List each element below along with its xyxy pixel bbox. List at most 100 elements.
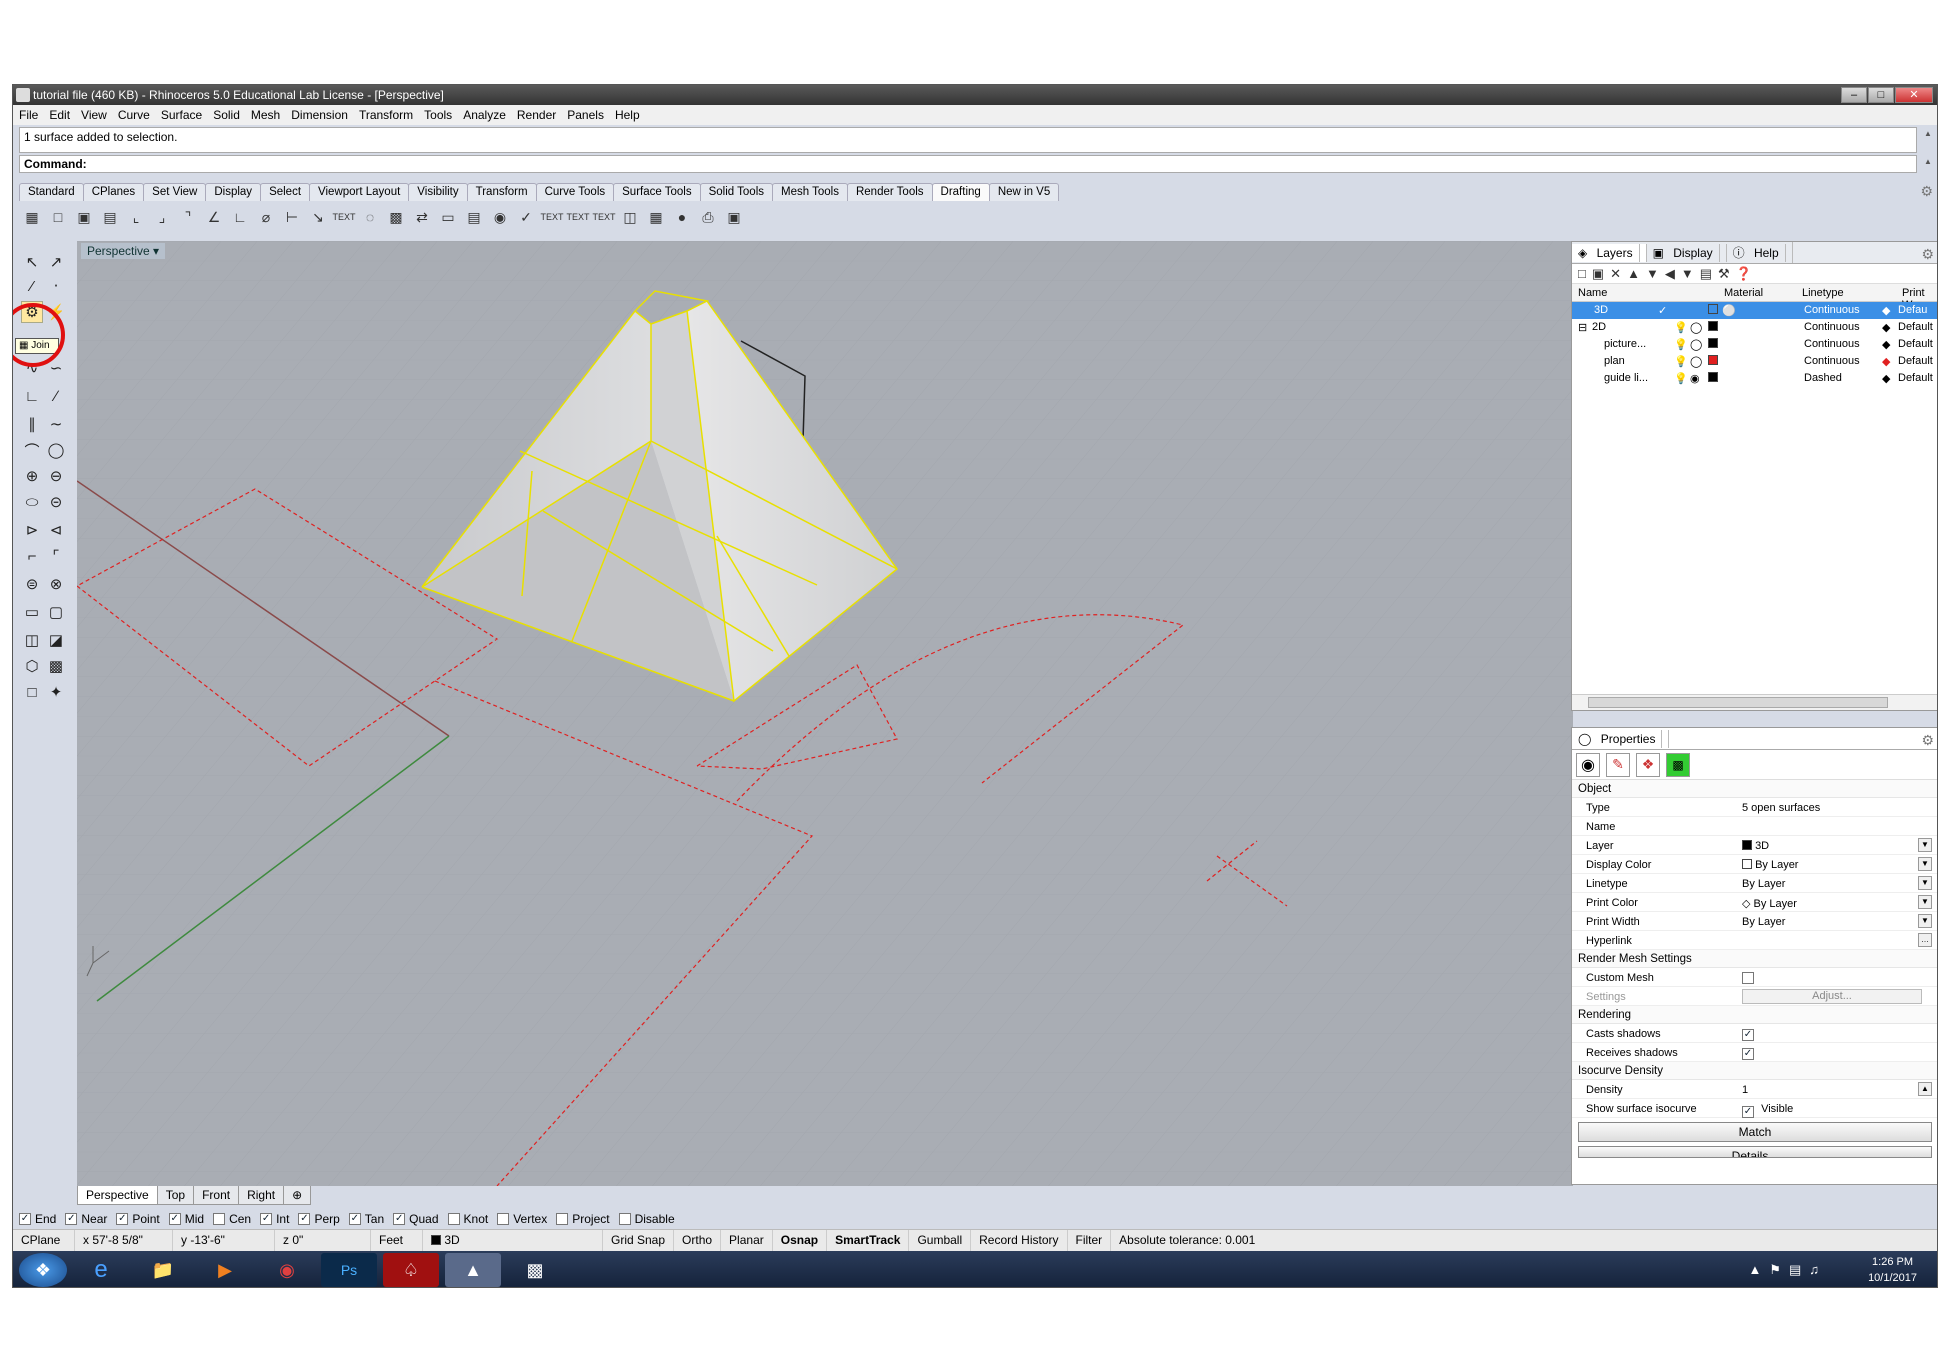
osnap-checkbox[interactable] bbox=[213, 1213, 226, 1225]
osnap-near[interactable]: ✓ Near bbox=[65, 1212, 107, 1226]
menu-transform[interactable]: Transform bbox=[359, 108, 413, 122]
command-line[interactable]: Command: bbox=[19, 155, 1917, 173]
toolbar-gear-icon[interactable]: ⚙ bbox=[1920, 183, 1933, 200]
add-viewport-icon[interactable]: ⊕ bbox=[283, 1186, 312, 1205]
osnap-end[interactable]: ✓ End bbox=[19, 1212, 56, 1226]
viewport-tab-top[interactable]: Top bbox=[156, 1186, 195, 1205]
text-explode-icon[interactable]: TEXT bbox=[593, 206, 616, 228]
radius-dimension-icon[interactable]: ∟ bbox=[229, 206, 251, 228]
spinner-icon[interactable]: ▲ bbox=[1918, 1082, 1932, 1096]
tab-visibility[interactable]: Visibility bbox=[408, 183, 468, 201]
bulb-icon[interactable]: 💡 bbox=[1674, 338, 1688, 351]
lock-icon[interactable]: ◉ bbox=[1690, 372, 1700, 385]
text-icon[interactable]: TEXT bbox=[333, 206, 356, 228]
viewport-tab-right[interactable]: Right bbox=[238, 1186, 285, 1205]
dropdown-arrow-icon[interactable]: ▼ bbox=[1918, 876, 1932, 890]
tab-mesh-tools[interactable]: Mesh Tools bbox=[772, 183, 848, 201]
dropdown-arrow-icon[interactable]: ▼ bbox=[1918, 838, 1932, 852]
circle-diameter-icon[interactable]: ⊖ bbox=[45, 465, 67, 487]
new-sublayer-icon[interactable]: ▣ bbox=[1592, 266, 1604, 282]
prop-custom-mesh[interactable]: Custom Mesh bbox=[1572, 968, 1937, 987]
osnap-tan[interactable]: ✓ Tan bbox=[348, 1212, 384, 1226]
osnap-point[interactable]: ✓ Point bbox=[116, 1212, 160, 1226]
tab-new-in-v5[interactable]: New in V5 bbox=[988, 183, 1060, 201]
dot-icon[interactable]: ◌ bbox=[359, 206, 381, 228]
acrobat-icon[interactable]: ♤ bbox=[383, 1253, 439, 1287]
control-points-icon[interactable]: ↗ bbox=[45, 251, 67, 273]
osnap-checkbox[interactable]: ✓ bbox=[168, 1213, 181, 1225]
hatch-boundary-icon[interactable]: ▤ bbox=[463, 206, 485, 228]
unlock-icon[interactable]: ◯ bbox=[1690, 355, 1702, 368]
arc-icon[interactable]: ⌒ bbox=[21, 439, 43, 461]
viewport-label[interactable]: Perspective ▾ bbox=[81, 243, 166, 259]
osnap-checkbox[interactable]: ✓ bbox=[19, 1213, 31, 1225]
layers-gear-icon[interactable]: ⚙ bbox=[1921, 246, 1934, 263]
detail-icon[interactable]: ▣ bbox=[73, 206, 95, 228]
prop-layer[interactable]: Layer 3D ▼ bbox=[1572, 836, 1937, 855]
circle-icon[interactable]: ◯ bbox=[45, 439, 67, 461]
single-line-icon[interactable]: ∼ bbox=[45, 413, 67, 435]
box-solid-icon[interactable]: ◫ bbox=[21, 629, 43, 651]
visible-checkbox[interactable]: ✓ bbox=[1742, 1106, 1754, 1118]
layer-color-swatch[interactable] bbox=[1708, 338, 1718, 348]
menu-analyze[interactable]: Analyze bbox=[463, 108, 506, 122]
export-icon[interactable]: ▣ bbox=[723, 206, 745, 228]
menu-mesh[interactable]: Mesh bbox=[251, 108, 280, 122]
status-filter[interactable]: Filter bbox=[1068, 1230, 1112, 1251]
status-ortho[interactable]: Ortho bbox=[674, 1230, 722, 1251]
text-block-icon[interactable]: TEXT bbox=[541, 206, 564, 228]
osnap-cen[interactable]: Cen bbox=[213, 1212, 251, 1226]
tab-drafting[interactable]: Drafting bbox=[931, 183, 990, 201]
osnap-checkbox[interactable] bbox=[618, 1213, 631, 1225]
prop-receives-shadows[interactable]: Receives shadows ✓ bbox=[1572, 1043, 1937, 1062]
maximize-button[interactable]: □ bbox=[1868, 87, 1894, 103]
rounded-rectangle-icon[interactable]: ▢ bbox=[45, 601, 67, 623]
fillet-icon[interactable]: ⌐ bbox=[21, 545, 43, 567]
rectangle-icon[interactable]: ▭ bbox=[21, 601, 43, 623]
collapse-icon[interactable]: ⊟ bbox=[1578, 321, 1587, 334]
layer-row[interactable]: picture... 💡 ◯ Continuous ◆ Default bbox=[1572, 336, 1937, 353]
bulb-icon[interactable]: 💡 bbox=[1674, 321, 1688, 334]
tab-transform[interactable]: Transform bbox=[466, 183, 537, 201]
texture-props-icon[interactable]: ▩ bbox=[1666, 752, 1690, 777]
osnap-perp[interactable]: ✓ Perp bbox=[298, 1212, 340, 1226]
tab-cplanes[interactable]: CPlanes bbox=[82, 183, 145, 201]
status-gumball[interactable]: Gumball bbox=[909, 1230, 972, 1251]
osnap-checkbox[interactable] bbox=[556, 1213, 569, 1225]
tab-select[interactable]: Select bbox=[260, 183, 311, 201]
select-arrow-icon[interactable]: ↖ bbox=[21, 251, 43, 273]
status-smarttrack[interactable]: SmartTrack bbox=[827, 1230, 910, 1251]
osnap-int[interactable]: ✓ Int bbox=[260, 1212, 289, 1226]
ordinate-dimension-icon[interactable]: ⊢ bbox=[281, 206, 303, 228]
menu-edit[interactable]: Edit bbox=[49, 108, 70, 122]
ellipsis-button[interactable]: … bbox=[1918, 933, 1932, 947]
prop-show-isocurve[interactable]: Show surface isocurve ✓ Visible bbox=[1572, 1099, 1937, 1118]
osnap-checkbox[interactable]: ✓ bbox=[116, 1213, 129, 1225]
panel-tab-layers[interactable]: ◈ Layers bbox=[1572, 243, 1647, 262]
osnap-checkbox[interactable]: ✓ bbox=[393, 1213, 406, 1225]
bulb-icon[interactable]: 💡 bbox=[1674, 372, 1688, 385]
history-scroll-up[interactable]: ▲ bbox=[1921, 129, 1935, 147]
menu-file[interactable]: File bbox=[19, 108, 38, 122]
layer-color-swatch[interactable] bbox=[1708, 372, 1718, 382]
menu-dimension[interactable]: Dimension bbox=[291, 108, 348, 122]
tab-standard[interactable]: Standard bbox=[19, 183, 84, 201]
osnap-knot[interactable]: Knot bbox=[447, 1212, 488, 1226]
scale-icon[interactable]: ▩ bbox=[45, 655, 67, 677]
dropdown-arrow-icon[interactable]: ▼ bbox=[1918, 857, 1932, 871]
decal-props-icon[interactable]: ❖ bbox=[1636, 752, 1660, 777]
arc-3pt-icon[interactable]: ⊲ bbox=[45, 519, 67, 541]
tab-viewport-layout[interactable]: Viewport Layout bbox=[309, 183, 410, 201]
filter-icon[interactable]: ▼ bbox=[1681, 266, 1694, 281]
extrude-icon[interactable]: ◪ bbox=[45, 629, 67, 651]
internet-explorer-icon[interactable]: e bbox=[73, 1253, 129, 1287]
details-button[interactable]: Details... bbox=[1578, 1146, 1932, 1158]
prop-print-width[interactable]: Print Width By Layer ▼ bbox=[1572, 912, 1937, 931]
close-button[interactable]: ✕ bbox=[1895, 87, 1933, 103]
dropdown-arrow-icon[interactable]: ▼ bbox=[1918, 895, 1932, 909]
viewport-tab-front[interactable]: Front bbox=[193, 1186, 240, 1205]
wrench-icon[interactable]: ⚒ bbox=[1718, 266, 1730, 282]
tab-display[interactable]: Display bbox=[205, 183, 262, 201]
custom-mesh-checkbox[interactable] bbox=[1742, 972, 1754, 984]
osnap-disable[interactable]: Disable bbox=[618, 1212, 675, 1226]
